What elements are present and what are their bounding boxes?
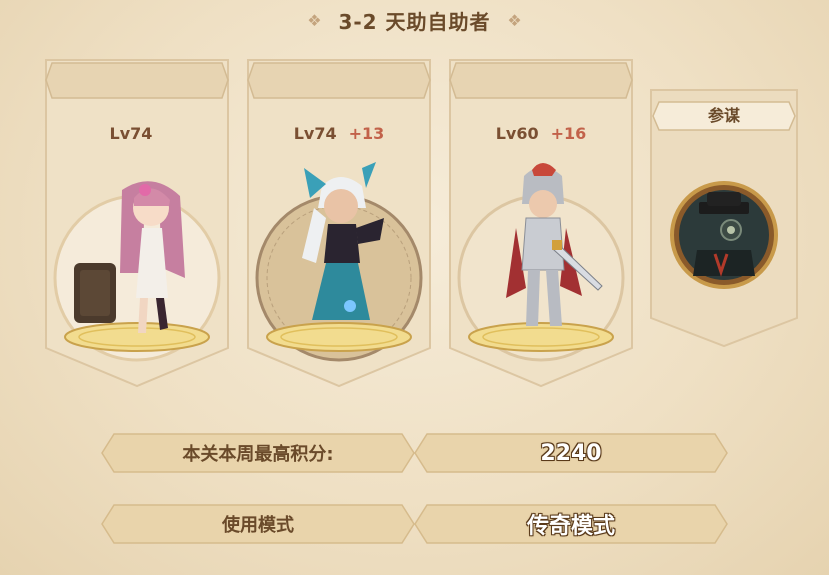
card-frame: [247, 59, 431, 388]
score-value-cell: 2240: [413, 432, 729, 474]
hero-card-2[interactable]: Lv74 +13: [244, 58, 434, 388]
mode-value-cell[interactable]: 传奇模式: [413, 503, 729, 545]
mode-label: 使用模式: [222, 515, 294, 536]
hero-card-3[interactable]: Lv60 +16: [446, 58, 636, 388]
stage: ❖ 3-2 天助自助者 ❖ Lv74 Lv74 +13 Lv60 +16 参谋 …: [0, 0, 829, 575]
hero-level: Lv60: [495, 123, 539, 143]
card-frame: [45, 59, 229, 388]
strategist-label: 参谋: [707, 106, 740, 125]
ornament-left-icon: ❖: [307, 10, 322, 30]
hero-level-row: Lv74: [42, 122, 232, 144]
hero-bonus: +13: [348, 123, 385, 143]
stage-title: 3-2 天助自助者: [338, 9, 491, 34]
title-bar: ❖ 3-2 天助自助者 ❖: [0, 0, 829, 40]
score-label: 本关本周最高积分:: [182, 444, 334, 465]
hero-level: Lv74: [109, 123, 153, 143]
hero-bonus: +16: [550, 123, 587, 143]
hero-level: Lv74: [293, 123, 337, 143]
hero-level-row: Lv74 +13: [244, 122, 434, 144]
mode-value: 传奇模式: [526, 514, 615, 539]
hero-card-1[interactable]: Lv74: [42, 58, 232, 388]
card-frame: [449, 59, 633, 388]
mode-label-cell: 使用模式: [100, 503, 416, 545]
ornament-right-icon: ❖: [507, 10, 522, 30]
strategist-avatar[interactable]: [669, 180, 779, 290]
score-value: 2240: [540, 440, 602, 466]
strategist-card[interactable]: 参谋: [649, 88, 799, 348]
score-label-cell: 本关本周最高积分:: [100, 432, 416, 474]
hero-level-row: Lv60 +16: [446, 122, 636, 144]
